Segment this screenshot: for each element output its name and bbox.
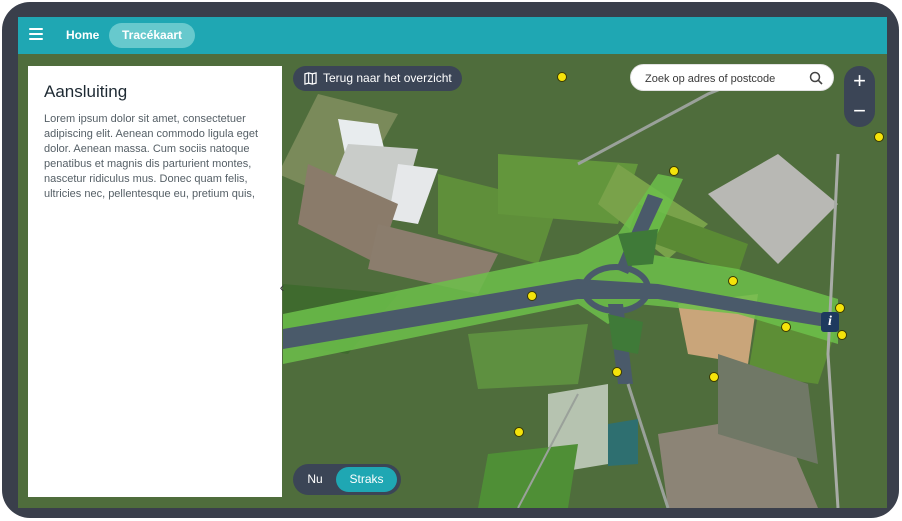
address-search-box [630,64,834,91]
zoom-out-button[interactable]: − [844,96,875,126]
panel-description: Lorem ipsum dolor sit amet, consectetuer… [44,113,259,200]
app-screen: Home Tracékaart Aansluiting Lorem ipsum … [18,17,887,508]
collapse-panel-icon[interactable]: ‹ [275,279,289,295]
menu-icon[interactable] [29,28,43,42]
map-icon [304,72,317,85]
top-navigation-bar: Home Tracékaart [18,17,887,54]
marker-pin-icon[interactable] [611,366,623,378]
marker-pin-icon[interactable] [526,290,538,302]
marker-pin-icon[interactable] [873,131,885,143]
nav-tracekaart[interactable]: Tracékaart [109,23,196,48]
toggle-option-straks[interactable]: Straks [336,467,397,492]
marker-pin-icon[interactable] [727,275,739,287]
nav-home[interactable]: Home [53,23,112,48]
route-map[interactable]: Aansluiting Lorem ipsum dolor sit amet, … [18,54,887,508]
search-icon[interactable] [809,71,823,85]
zoom-controls: + − [844,66,875,127]
device-frame: Home Tracékaart Aansluiting Lorem ipsum … [2,2,899,518]
marker-pin-icon[interactable] [556,71,568,83]
search-input[interactable] [643,69,807,89]
info-side-panel: Aansluiting Lorem ipsum dolor sit amet, … [28,66,284,497]
panel-title: Aansluiting [44,82,128,101]
now-later-toggle: Nu Straks [293,464,401,495]
info-marker-button[interactable]: i [821,312,839,332]
marker-pin-icon[interactable] [708,371,720,383]
toggle-option-nu[interactable]: Nu [297,467,333,492]
marker-pin-icon[interactable] [668,165,680,177]
marker-pin-icon[interactable] [780,321,792,333]
marker-pin-icon[interactable] [513,426,525,438]
zoom-in-button[interactable]: + [844,66,875,96]
back-button-label: Terug naar het overzicht [323,71,452,85]
back-to-overview-button[interactable]: Terug naar het overzicht [293,66,462,91]
